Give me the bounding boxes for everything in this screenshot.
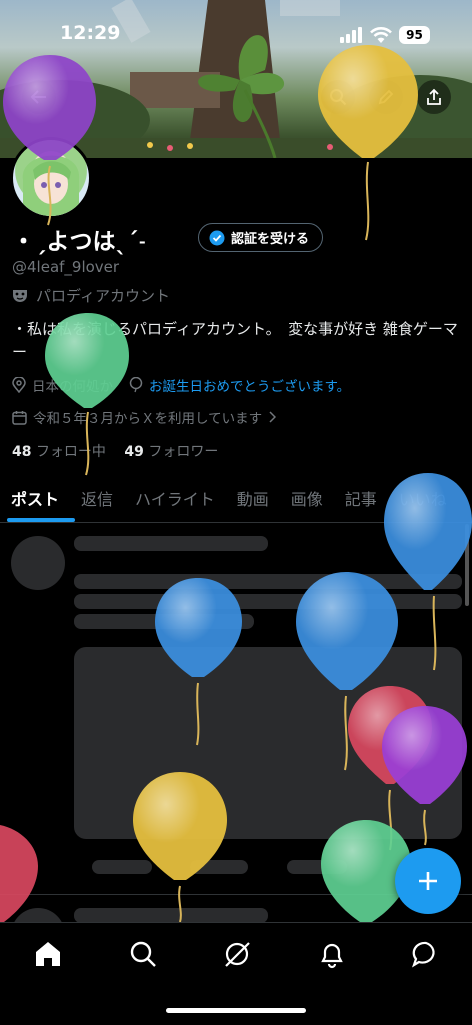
wifi-icon [370, 27, 392, 43]
tab-likes[interactable]: いいね [388, 480, 458, 522]
theater-mask-icon [13, 289, 27, 302]
tab-posts[interactable]: ポスト [0, 480, 76, 522]
handle: @4leaf_9lover [12, 258, 120, 276]
tab-replies[interactable]: 返信 [70, 480, 124, 522]
profile-tabs: ポスト 返信 ハイライト 動画 画像 記事 いいね [0, 480, 472, 523]
status-time: 12:29 [60, 22, 121, 44]
joined-row[interactable]: 令和５年３月からＸを利用しています [12, 407, 277, 427]
followers-label: フォロワー [148, 444, 219, 460]
followers-link[interactable]: 49 フォロワー [124, 444, 218, 460]
followers-count: 49 [124, 444, 144, 460]
avatar-image [22, 155, 80, 216]
pencil-icon [378, 89, 394, 105]
balloon-icon [129, 377, 143, 393]
joined-text: 令和５年３月からＸを利用しています [33, 411, 263, 427]
location-text: 日本の何処か [32, 379, 113, 395]
get-verified-button[interactable]: 認証を受ける [198, 223, 324, 252]
scrollbar[interactable] [465, 524, 469, 606]
calendar-icon [12, 410, 27, 425]
tab-highlights[interactable]: ハイライト [124, 480, 226, 522]
following-label: フォロー中 [35, 444, 106, 460]
get-verified-label: 認証を受ける [231, 232, 310, 247]
follow-stats: 48 フォロー中 49 フォロワー [12, 441, 218, 461]
parody-text: パロディアカウント [36, 287, 170, 305]
search-icon[interactable] [128, 939, 158, 969]
signal-icon [340, 27, 364, 43]
verified-badge-icon [209, 230, 225, 245]
messages-icon[interactable] [411, 939, 441, 969]
chevron-right-icon [269, 411, 277, 423]
bio: ・私は私を演じるパロディアカウント。 変な事が好き 雑食ゲーマー [12, 320, 458, 361]
share-icon [427, 88, 441, 105]
bell-icon[interactable] [317, 939, 347, 969]
grok-icon[interactable] [222, 939, 252, 969]
birthday-link[interactable]: お誕生日おめでとうございます。 [149, 375, 350, 395]
following-link[interactable]: 48 フォロー中 [12, 444, 110, 460]
back-arrow-icon [30, 90, 46, 104]
tab-videos[interactable]: 動画 [226, 480, 280, 522]
location-pin-icon [12, 377, 26, 393]
tab-articles[interactable]: 記事 [334, 480, 388, 522]
home-indicator [166, 1008, 306, 1013]
home-icon[interactable] [33, 939, 63, 969]
plus-icon [419, 872, 437, 890]
compose-button[interactable] [395, 848, 461, 914]
search-icon [330, 89, 347, 106]
parody-label: パロディアカウント [12, 285, 170, 306]
tab-photos[interactable]: 画像 [280, 480, 334, 522]
back-button[interactable] [22, 80, 56, 114]
battery-indicator: 95 [399, 26, 430, 44]
display-name: ・ˏよつはˎˊ˗ [12, 229, 147, 255]
search-button[interactable] [321, 80, 355, 114]
avatar[interactable] [10, 137, 92, 219]
following-count: 48 [12, 444, 32, 460]
edit-button[interactable] [369, 80, 403, 114]
share-button[interactable] [417, 80, 451, 114]
profile-meta-row: 日本の何処か お誕生日おめでとうございます。 [12, 375, 350, 395]
